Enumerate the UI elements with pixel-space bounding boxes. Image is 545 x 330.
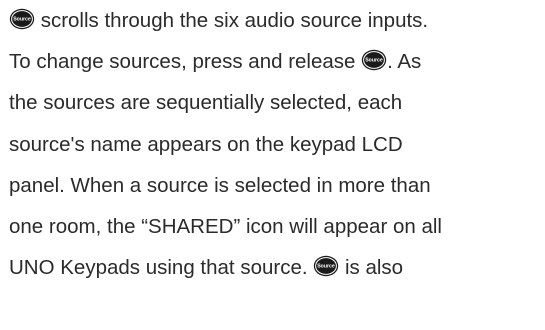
paragraph-line-7: UNO Keypads using that source. Source is… [9, 247, 545, 288]
source-icon-label: Source [13, 17, 31, 23]
line-3-text: the sources are sequentially selected, e… [9, 91, 403, 115]
source-icon-label: Source [365, 58, 383, 64]
paragraph-line-3: the sources are sequentially selected, e… [9, 82, 545, 123]
line-5-text: panel. When a source is selected in more… [9, 173, 431, 197]
source-button-icon: Source [9, 8, 35, 30]
line-4-text: source's name appears on the keypad LCD [9, 132, 403, 156]
line-7-text-end: is also [339, 256, 404, 280]
source-button-icon: Source [313, 255, 339, 277]
paragraph-line-6: one room, the “SHARED” icon will appear … [9, 206, 545, 247]
line-6-text: one room, the “SHARED” icon will appear … [9, 214, 442, 238]
line-7-text-start: UNO Keypads using that source. [9, 256, 314, 280]
manual-paragraph: Source scrolls through the six audio sou… [9, 0, 545, 288]
paragraph-line-4: source's name appears on the keypad LCD [9, 124, 545, 165]
line-1-text: scrolls through the six audio source inp… [35, 9, 429, 32]
source-button-icon: Source [361, 49, 387, 71]
source-icon-label: Source [317, 264, 335, 270]
line-2-text-start: To change sources, press and release [9, 50, 362, 74]
paragraph-line-2: To change sources, press and release Sou… [9, 41, 545, 82]
line-2-text-end: . As [387, 50, 422, 74]
paragraph-line-1: Source scrolls through the six audio sou… [9, 0, 545, 41]
paragraph-line-5: panel. When a source is selected in more… [9, 165, 545, 206]
